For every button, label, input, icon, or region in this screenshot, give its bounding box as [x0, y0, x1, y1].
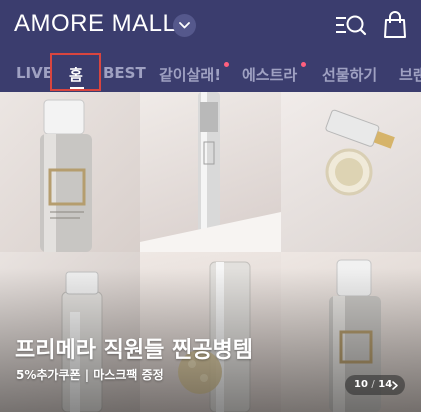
slide-current: 10 [354, 379, 368, 390]
slide-separator: / [371, 379, 375, 390]
slide-total: 14 [378, 379, 393, 390]
amore-mall-logo[interactable]: AMORE MALL [14, 10, 176, 38]
nav-item-together[interactable]: 같이살래! [159, 64, 221, 85]
banner-shade [0, 92, 421, 412]
nav-item-brand[interactable]: 브랜 [399, 64, 421, 85]
focus-outline [50, 53, 101, 91]
mall-switch-button[interactable] [173, 14, 196, 37]
chevron-right-icon [392, 381, 398, 390]
shopping-bag-icon [384, 11, 406, 38]
chevron-down-icon [179, 22, 190, 29]
menu-search-icon [336, 15, 367, 36]
nav-item-aestura[interactable]: 에스트라 [242, 64, 297, 85]
banner-subtitle: 5%추가쿠폰 | 마스크팩 증정 [16, 368, 164, 382]
top-header: AMORE MALL LIVE 홈 BEST 같이살래! 에스트라 선물하기 브… [0, 0, 421, 92]
banner-title: 프리메라 직원들 찐공병템 [15, 338, 253, 363]
new-dot-badge [301, 62, 306, 67]
shopping-bag-button[interactable] [380, 10, 414, 38]
menu-search-button[interactable] [334, 12, 368, 40]
promo-banner[interactable]: 프리메라 직원들 찐공병템 5%추가쿠폰 | 마스크팩 증정 10 / 14 [0, 92, 421, 412]
slide-counter[interactable]: 10 / 14 [345, 375, 405, 395]
new-dot-badge [224, 62, 229, 67]
nav-item-live[interactable]: LIVE [16, 64, 53, 82]
nav-item-best[interactable]: BEST [103, 64, 146, 82]
nav-item-gift[interactable]: 선물하기 [322, 64, 377, 85]
